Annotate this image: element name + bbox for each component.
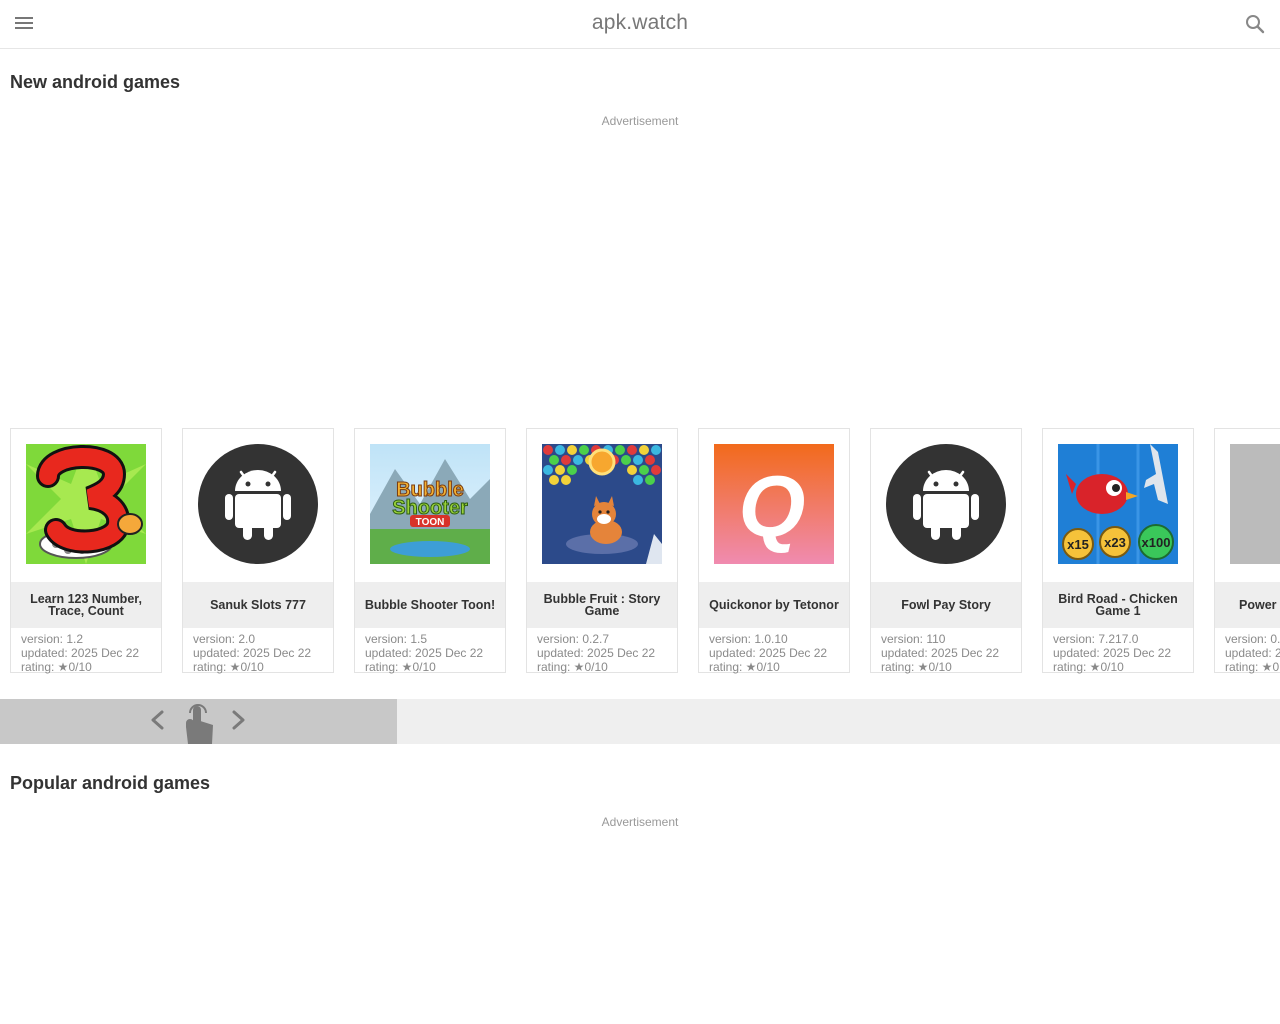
game-rating: rating: ★0/10 [881,660,952,674]
game-updated: updated: 2025 Dec 22 [193,646,312,660]
game-name: Power S [1215,582,1280,628]
game-name: Quickonor by Tetonor [699,582,849,628]
search-icon[interactable] [1243,12,1267,36]
game-version: version: 1.2 [21,632,84,646]
game-meta: version: 0. updated: 2 rating: ★0 [1225,632,1280,674]
game-name: Fowl Pay Story [871,582,1021,628]
game-card[interactable]: Bubble Shooter TOON Bubble Shooter Toon!… [354,428,506,674]
site-title[interactable]: apk.watch [0,11,1280,35]
bubble-shooter-toon-icon: Bubble Shooter TOON [370,444,490,564]
game-meta: version: 1.5 updated: 2025 Dec 22 rating… [365,632,483,674]
svg-text:Q: Q [739,459,806,555]
game-card[interactable]: Q Quickonor by Tetonor version: 1.0.10 u… [698,428,850,674]
game-updated: updated: 2025 Dec 22 [709,646,828,660]
bubble-fruit-icon [542,444,662,564]
carousel-scrollbar[interactable] [0,699,1280,744]
svg-text:x15: x15 [1067,537,1089,552]
game-card[interactable]: Fowl Pay Story version: 110 updated: 202… [870,428,1022,674]
game-name: Bubble Fruit : Story Game [527,582,677,628]
number-three-icon [26,444,146,564]
placeholder-icon [1230,444,1280,564]
section-title-new: New android games [10,72,181,92]
section-title-popular: Popular android games [10,773,211,793]
game-name: Sanuk Slots 777 [183,582,333,628]
game-name: Bird Road - Chicken Game 1 [1043,582,1193,628]
game-updated: updated: 2025 Dec 22 [21,646,140,660]
game-card[interactable]: Sanuk Slots 777 version: 2.0 updated: 20… [182,428,334,674]
android-icon [198,444,318,564]
game-meta: version: 2.0 updated: 2025 Dec 22 rating… [193,632,311,674]
advertisement-label: Advertisement [601,815,679,829]
game-updated: updated: 2025 Dec 22 [537,646,656,660]
game-meta: version: 1.2 updated: 2025 Dec 22 rating… [21,632,139,674]
game-updated: updated: 2 [1225,646,1280,660]
game-name: Bubble Shooter Toon! [355,582,505,628]
game-rating: rating: ★0/10 [1053,660,1124,674]
game-card[interactable]: Power S version: 0. updated: 2 rating: ★… [1214,428,1280,674]
game-card[interactable]: x15 x23 x100 Bird Road - Chicken Game 1 … [1042,428,1194,674]
game-card[interactable]: Learn 123 Number, Trace, Count version: … [10,428,162,674]
quickonor-q-icon: Q [714,444,834,564]
game-rating: rating: ★0 [1225,660,1280,674]
android-icon [886,444,1006,564]
svg-text:x100: x100 [1142,535,1171,550]
game-meta: version: 0.2.7 updated: 2025 Dec 22 rati… [537,632,655,674]
game-rating: rating: ★0/10 [365,660,436,674]
game-version: version: 1.5 [365,632,428,646]
game-card[interactable]: Bubble Fruit : Story Game version: 0.2.7… [526,428,678,674]
game-version: version: 1.0.10 [709,632,788,646]
bird-road-icon: x15 x23 x100 [1058,444,1178,564]
game-version: version: 7.217.0 [1053,632,1139,646]
game-version: version: 110 [881,632,946,646]
carousel-scroll-thumb[interactable] [0,699,397,744]
new-games-carousel[interactable]: Learn 123 Number, Trace, Count version: … [0,428,1280,674]
swipe-hand-icon [151,704,245,744]
game-updated: updated: 2025 Dec 22 [365,646,484,660]
svg-text:TOON: TOON [416,517,445,528]
game-version: version: 0.2.7 [537,632,610,646]
game-meta: version: 7.217.0 updated: 2025 Dec 22 ra… [1053,632,1171,674]
game-name: Learn 123 Number, Trace, Count [11,582,161,628]
game-meta: version: 110 updated: 2025 Dec 22 rating… [881,632,999,674]
game-rating: rating: ★0/10 [709,660,780,674]
game-rating: rating: ★0/10 [193,660,264,674]
game-rating: rating: ★0/10 [21,660,92,674]
game-updated: updated: 2025 Dec 22 [881,646,1000,660]
game-updated: updated: 2025 Dec 22 [1053,646,1172,660]
svg-text:x23: x23 [1104,535,1126,550]
game-rating: rating: ★0/10 [537,660,608,674]
game-version: version: 0. [1225,632,1280,646]
advertisement-label: Advertisement [601,114,679,128]
game-meta: version: 1.0.10 updated: 2025 Dec 22 rat… [709,632,827,674]
game-version: version: 2.0 [193,632,256,646]
top-bar: apk.watch [0,0,1280,49]
